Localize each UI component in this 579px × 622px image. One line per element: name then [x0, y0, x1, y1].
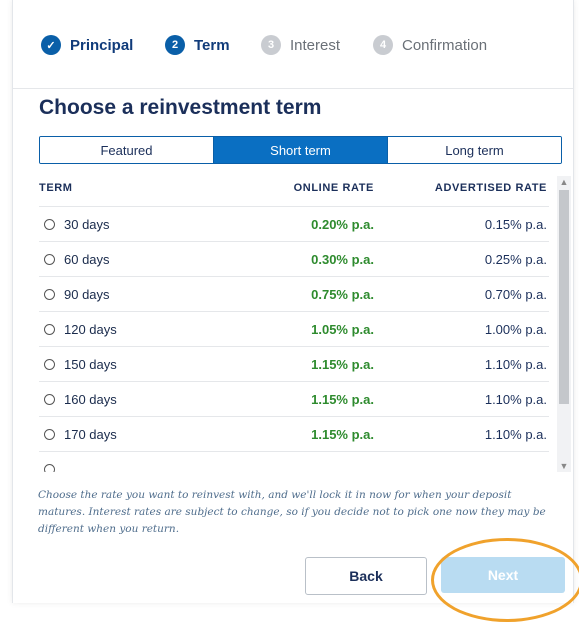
table-row[interactable]: 160 days 1.15% p.a. 1.10% p.a. — [39, 382, 549, 417]
advertised-rate: 1.00% p.a. — [484, 321, 547, 337]
reinvestment-card: ✓ Principal 2 Term 3 Interest 4 Confirma… — [12, 0, 579, 622]
term-label: 30 days — [64, 216, 110, 232]
header-advertised-rate: ADVERTISED RATE — [434, 182, 547, 194]
rate-disclaimer: Choose the rate you want to reinvest wit… — [38, 489, 546, 535]
next-button[interactable]: Next — [441, 557, 565, 593]
term-label: 150 days — [64, 356, 117, 372]
advertised-rate: 1.10% p.a. — [484, 391, 547, 407]
term-label: 90 days — [64, 286, 110, 302]
term-label: 60 days — [64, 251, 110, 267]
header-online-rate: ONLINE RATE — [293, 182, 374, 194]
step-label: Term — [194, 36, 230, 54]
radio-icon[interactable] — [44, 428, 55, 440]
step-number-icon: 3 — [261, 35, 281, 55]
step-number-icon: 2 — [165, 35, 185, 55]
tab-featured[interactable]: Featured — [40, 137, 213, 163]
progress-stepper: ✓ Principal 2 Term 3 Interest 4 Confirma… — [13, 0, 573, 89]
online-rate: 1.15% p.a. — [311, 426, 374, 442]
advertised-rate: 1.10% p.a. — [484, 356, 547, 372]
scrollbar-thumb[interactable] — [559, 190, 569, 404]
step-interest: 3 Interest — [261, 34, 340, 56]
radio-icon[interactable] — [44, 393, 55, 405]
online-rate: 0.20% p.a. — [311, 216, 374, 232]
radio-icon[interactable] — [44, 253, 55, 265]
tab-short-term[interactable]: Short term — [213, 137, 387, 163]
advertised-rate: 1.10% p.a. — [484, 426, 547, 442]
back-button[interactable]: Back — [305, 557, 427, 595]
step-label: Principal — [70, 36, 134, 54]
chevron-up-icon[interactable]: ▲ — [557, 176, 571, 188]
online-rate: 0.75% p.a. — [311, 286, 374, 302]
tab-long-term[interactable]: Long term — [387, 137, 561, 163]
step-number-icon: 4 — [373, 35, 393, 55]
advertised-rate: 0.15% p.a. — [484, 216, 547, 232]
table-row[interactable]: 60 days 0.30% p.a. 0.25% p.a. — [39, 242, 549, 277]
header-term: TERM — [39, 182, 73, 194]
online-rate: 0.30% p.a. — [311, 251, 374, 267]
step-confirmation: 4 Confirmation — [373, 34, 487, 56]
table-scrollbar[interactable]: ▲ ▼ — [557, 176, 571, 472]
term-label: 170 days — [64, 426, 117, 442]
table-row[interactable]: 150 days 1.15% p.a. 1.10% p.a. — [39, 347, 549, 382]
term-tabs: Featured Short term Long term — [39, 136, 562, 164]
radio-icon[interactable] — [44, 358, 55, 370]
radio-icon[interactable] — [44, 323, 55, 335]
chevron-down-icon[interactable]: ▼ — [557, 460, 571, 472]
advertised-rate: 0.25% p.a. — [484, 251, 547, 267]
online-rate: 1.05% p.a. — [311, 321, 374, 337]
page-title: Choose a reinvestment term — [39, 96, 322, 119]
advertised-rate: 0.70% p.a. — [484, 286, 547, 302]
step-label: Confirmation — [402, 36, 488, 54]
radio-icon[interactable] — [44, 463, 55, 472]
rates-table: TERM ONLINE RATE ADVERTISED RATE 30 days… — [39, 170, 549, 472]
step-principal[interactable]: ✓ Principal — [41, 34, 133, 56]
step-label: Interest — [290, 36, 341, 54]
term-label: 160 days — [64, 391, 117, 407]
radio-icon[interactable] — [44, 288, 55, 300]
term-label: 120 days — [64, 321, 117, 337]
table-header: TERM ONLINE RATE ADVERTISED RATE — [39, 170, 549, 207]
radio-icon[interactable] — [44, 218, 55, 230]
table-row[interactable]: 30 days 0.20% p.a. 0.15% p.a. — [39, 207, 549, 242]
table-row-partial[interactable] — [39, 452, 549, 472]
online-rate: 1.15% p.a. — [311, 391, 374, 407]
check-icon: ✓ — [41, 35, 61, 55]
table-row[interactable]: 90 days 0.75% p.a. 0.70% p.a. — [39, 277, 549, 312]
step-term[interactable]: 2 Term — [165, 34, 230, 56]
table-row[interactable]: 120 days 1.05% p.a. 1.00% p.a. — [39, 312, 549, 347]
table-row[interactable]: 170 days 1.15% p.a. 1.10% p.a. — [39, 417, 549, 452]
online-rate: 1.15% p.a. — [311, 356, 374, 372]
